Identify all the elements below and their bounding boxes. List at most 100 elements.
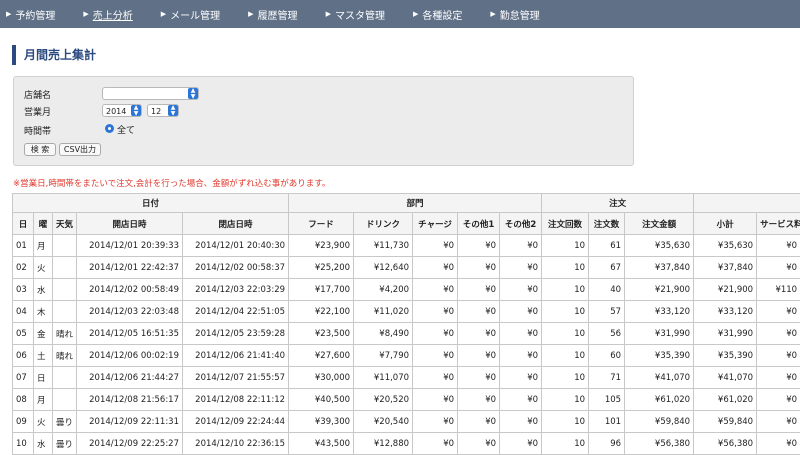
cell-other2: ¥0 bbox=[500, 433, 542, 455]
cell-day: 03 bbox=[13, 279, 34, 301]
cell-drink: ¥11,070 bbox=[354, 367, 413, 389]
time-all-radio[interactable] bbox=[105, 124, 114, 133]
cell-charge: ¥0 bbox=[413, 279, 458, 301]
cell-qty: 60 bbox=[589, 345, 625, 367]
cell-orders: 10 bbox=[542, 323, 589, 345]
search-button[interactable]: 検 索 bbox=[24, 143, 56, 156]
col-header-close: 閉店日時 bbox=[183, 213, 289, 235]
cell-food: ¥40,500 bbox=[289, 389, 354, 411]
year-select[interactable]: 2014 ▲▼ bbox=[102, 104, 142, 117]
cell-close: 2014/12/09 22:24:44 bbox=[183, 411, 289, 433]
cell-open: 2014/12/02 00:58:49 bbox=[77, 279, 183, 301]
cell-weekday: 土 bbox=[34, 345, 53, 367]
nav-item-history[interactable]: ▶履歴管理 bbox=[242, 7, 297, 22]
csv-export-button[interactable]: CSV出力 bbox=[59, 143, 101, 156]
cell-service: ¥0 bbox=[757, 433, 800, 455]
cell-qty: 96 bbox=[589, 433, 625, 455]
nav-item-master[interactable]: ▶マスタ管理 bbox=[320, 7, 385, 22]
cell-close: 2014/12/04 22:51:05 bbox=[183, 301, 289, 323]
col-header-weather: 天気 bbox=[53, 213, 77, 235]
cell-subtotal: ¥61,020 bbox=[694, 389, 757, 411]
cell-charge: ¥0 bbox=[413, 433, 458, 455]
col-header-food: フード bbox=[289, 213, 354, 235]
cell-other1: ¥0 bbox=[458, 235, 500, 257]
cell-day: 05 bbox=[13, 323, 34, 345]
cell-subtotal: ¥59,840 bbox=[694, 411, 757, 433]
nav-item-attendance[interactable]: ▶勤怠管理 bbox=[484, 7, 539, 22]
cell-amount: ¥31,990 bbox=[625, 323, 694, 345]
cell-qty: 57 bbox=[589, 301, 625, 323]
cell-drink: ¥20,540 bbox=[354, 411, 413, 433]
table-row: 04木2014/12/03 22:03:482014/12/04 22:51:0… bbox=[13, 301, 800, 323]
cell-drink: ¥7,790 bbox=[354, 345, 413, 367]
cell-other2: ¥0 bbox=[500, 279, 542, 301]
cell-weather bbox=[53, 367, 77, 389]
cell-service: ¥0 bbox=[757, 323, 800, 345]
cell-weather bbox=[53, 235, 77, 257]
cell-subtotal: ¥56,380 bbox=[694, 433, 757, 455]
cell-other1: ¥0 bbox=[458, 433, 500, 455]
cell-other1: ¥0 bbox=[458, 345, 500, 367]
cell-other2: ¥0 bbox=[500, 411, 542, 433]
cell-subtotal: ¥21,900 bbox=[694, 279, 757, 301]
cell-subtotal: ¥33,120 bbox=[694, 301, 757, 323]
nav-item-sales-analysis[interactable]: ▶売上分析 bbox=[77, 7, 132, 22]
time-all-label: 全て bbox=[117, 123, 135, 136]
nav-item-mail[interactable]: ▶メール管理 bbox=[155, 7, 220, 22]
nav-item-label: メール管理 bbox=[170, 7, 220, 22]
cell-orders: 10 bbox=[542, 389, 589, 411]
cell-drink: ¥4,200 bbox=[354, 279, 413, 301]
cell-other2: ¥0 bbox=[500, 345, 542, 367]
cell-drink: ¥20,520 bbox=[354, 389, 413, 411]
cell-other2: ¥0 bbox=[500, 257, 542, 279]
cell-qty: 105 bbox=[589, 389, 625, 411]
cell-charge: ¥0 bbox=[413, 345, 458, 367]
cell-weekday: 日 bbox=[34, 367, 53, 389]
cell-weekday: 火 bbox=[34, 411, 53, 433]
cell-open: 2014/12/09 22:11:31 bbox=[77, 411, 183, 433]
cell-charge: ¥0 bbox=[413, 323, 458, 345]
nav-arrow-icon: ▶ bbox=[326, 10, 331, 18]
cell-close: 2014/12/10 22:36:15 bbox=[183, 433, 289, 455]
cell-service: ¥0 bbox=[757, 389, 800, 411]
cell-qty: 67 bbox=[589, 257, 625, 279]
cell-weather bbox=[53, 279, 77, 301]
cell-orders: 10 bbox=[542, 433, 589, 455]
table-row: 06土晴れ2014/12/06 00:02:192014/12/06 21:41… bbox=[13, 345, 800, 367]
cell-service: ¥0 bbox=[757, 235, 800, 257]
month-select[interactable]: 12 ▲▼ bbox=[147, 104, 179, 117]
table-row: 05金晴れ2014/12/05 16:51:352014/12/05 23:59… bbox=[13, 323, 800, 345]
cell-weekday: 水 bbox=[34, 279, 53, 301]
cell-service: ¥0 bbox=[757, 367, 800, 389]
cell-drink: ¥8,490 bbox=[354, 323, 413, 345]
nav-item-label: 予約管理 bbox=[15, 7, 55, 22]
cell-charge: ¥0 bbox=[413, 367, 458, 389]
cell-day: 10 bbox=[13, 433, 34, 455]
cell-close: 2014/12/08 22:11:12 bbox=[183, 389, 289, 411]
cell-weather: 曇り bbox=[53, 433, 77, 455]
col-header-day: 日 bbox=[13, 213, 34, 235]
cell-orders: 10 bbox=[542, 235, 589, 257]
cell-food: ¥23,900 bbox=[289, 235, 354, 257]
col-header-service: サービス料 bbox=[757, 213, 800, 235]
cell-other1: ¥0 bbox=[458, 389, 500, 411]
cell-other1: ¥0 bbox=[458, 301, 500, 323]
table-row: 09火曇り2014/12/09 22:11:312014/12/09 22:24… bbox=[13, 411, 800, 433]
cell-day: 04 bbox=[13, 301, 34, 323]
cell-subtotal: ¥35,630 bbox=[694, 235, 757, 257]
store-select[interactable]: ▲▼ bbox=[102, 87, 199, 100]
nav-arrow-icon: ▶ bbox=[413, 10, 418, 18]
nav-item-settings[interactable]: ▶各種設定 bbox=[407, 7, 462, 22]
cell-weather bbox=[53, 301, 77, 323]
cell-day: 06 bbox=[13, 345, 34, 367]
cell-weather: 晴れ bbox=[53, 345, 77, 367]
cell-open: 2014/12/09 22:25:27 bbox=[77, 433, 183, 455]
cell-day: 09 bbox=[13, 411, 34, 433]
cell-open: 2014/12/08 21:56:17 bbox=[77, 389, 183, 411]
cell-subtotal: ¥37,840 bbox=[694, 257, 757, 279]
nav-item-reservation[interactable]: ▶予約管理 bbox=[0, 7, 55, 22]
cell-weather: 曇り bbox=[53, 411, 77, 433]
time-label: 時間帯 bbox=[24, 124, 51, 137]
cell-amount: ¥56,380 bbox=[625, 433, 694, 455]
cell-service: ¥0 bbox=[757, 257, 800, 279]
